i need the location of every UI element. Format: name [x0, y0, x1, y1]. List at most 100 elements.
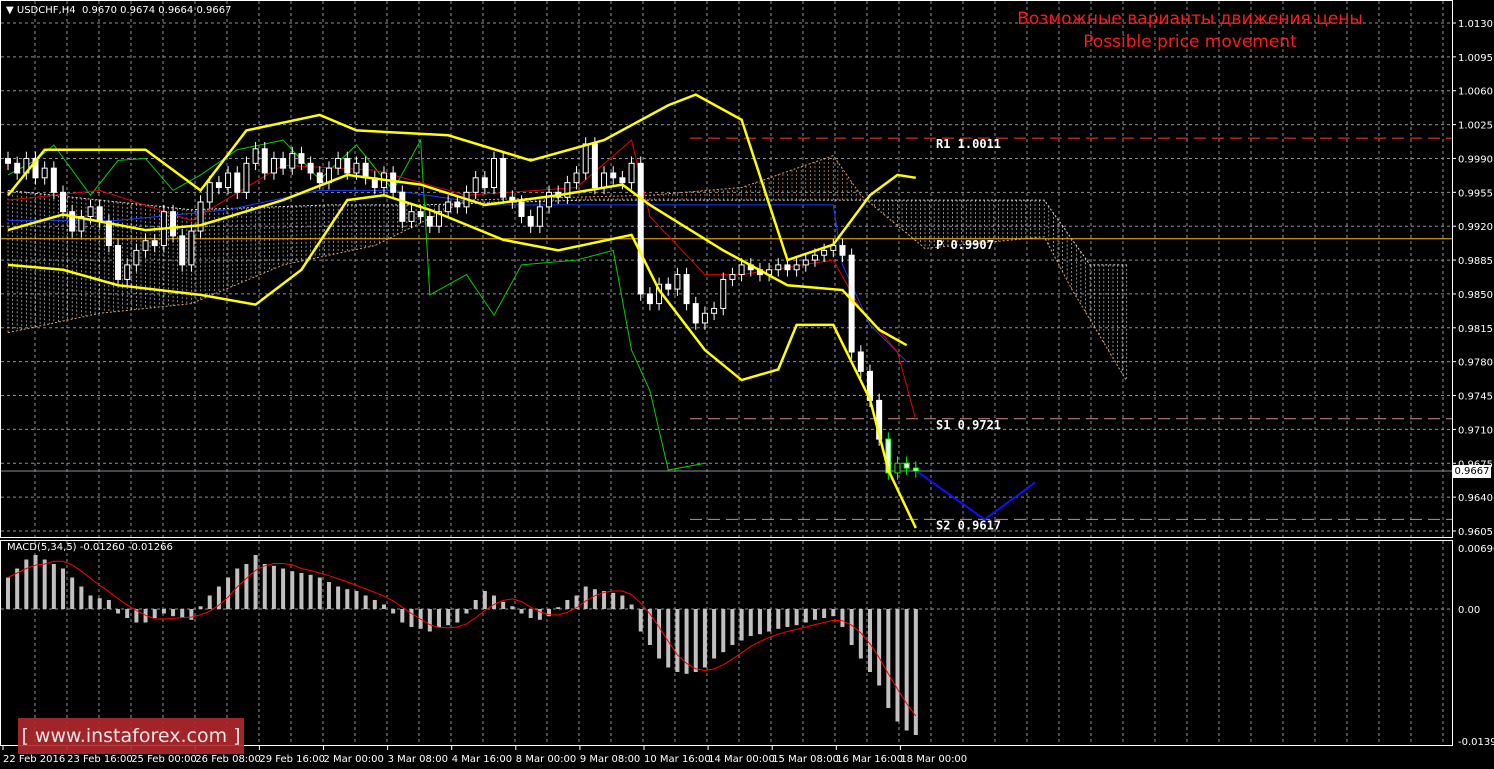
macd-bar	[867, 609, 872, 672]
macd-bar	[125, 609, 130, 618]
candle-body	[206, 182, 213, 203]
macd-bar	[317, 577, 322, 609]
macd-bar	[556, 607, 561, 609]
macd-bar	[79, 586, 84, 609]
macd-bar	[6, 577, 10, 609]
macd-bar	[198, 606, 203, 609]
candle-body	[353, 162, 360, 174]
macd-bar	[583, 586, 588, 609]
candle-body	[701, 312, 708, 324]
x-tick-label: 23 Feb 16:00	[67, 754, 133, 765]
candle-body	[316, 172, 323, 184]
y-tick-label: 0.9955	[1458, 188, 1493, 199]
candle-body	[445, 201, 452, 213]
symbol-label: USDCHF,H4	[16, 5, 76, 16]
candle-body	[491, 157, 498, 188]
candle	[601, 166, 608, 195]
candle	[124, 258, 131, 287]
x-tick-label: 2 Mar 00:00	[324, 754, 384, 765]
macd-bar	[455, 609, 460, 623]
y-tick-label: 0.9605	[1458, 527, 1493, 538]
macd-bar	[308, 574, 313, 609]
candle	[261, 142, 268, 180]
candle	[142, 233, 149, 258]
macd-bar	[693, 609, 698, 672]
main-panel-frame	[0, 0, 1453, 538]
x-tick-label: 10 Mar 16:00	[644, 754, 711, 765]
candle	[5, 151, 11, 171]
candle	[775, 258, 782, 277]
macd-signal-line	[7, 560, 917, 717]
macd-bar	[482, 591, 487, 609]
macd-bar	[42, 559, 47, 609]
candle-body	[280, 157, 287, 169]
candle-body	[646, 293, 653, 305]
candle-body	[362, 162, 369, 179]
macd-bar	[253, 555, 258, 609]
price-chart[interactable]: 1.0130 1.0095 1.0060 1.0025 0.9990 0.9955 0.99…	[0, 0, 1494, 769]
candle-body	[50, 167, 57, 193]
macd-bar	[116, 609, 121, 614]
candle-body	[426, 216, 433, 227]
candle-body	[179, 235, 186, 266]
collapse-triangle-icon[interactable]: ▼	[6, 5, 14, 16]
candle	[390, 166, 397, 200]
x-tick-label: 3 Mar 08:00	[388, 754, 448, 765]
y-tick-label: 0.9885	[1458, 256, 1493, 267]
macd-bar	[767, 609, 772, 632]
macd-bar	[409, 609, 414, 627]
candle-body	[261, 148, 268, 174]
macd-bar	[730, 609, 735, 645]
candle-body	[518, 201, 525, 218]
candle-body	[546, 191, 553, 208]
candle	[674, 267, 681, 296]
macd-bar	[629, 604, 634, 609]
chart-header: ▼ USDCHF,H4 0.9670 0.9674 0.9664 0.9667	[6, 5, 231, 16]
macd-bar	[803, 609, 808, 623]
candle-body	[894, 462, 901, 474]
candle-body	[225, 172, 232, 188]
y-tick-label: 0.9780	[1458, 358, 1493, 369]
candle	[408, 204, 415, 229]
candle-body	[170, 211, 177, 237]
y-tick-label: 0.9990	[1458, 154, 1493, 165]
candle-body	[628, 162, 635, 184]
candle	[839, 238, 846, 263]
annotation: Возможные варианты движения цены Possible…	[980, 8, 1400, 54]
candle-body	[674, 274, 681, 290]
candle	[628, 156, 635, 190]
macd-bar	[464, 609, 469, 614]
candle-body	[215, 182, 222, 188]
candle	[720, 272, 727, 316]
macd-bar	[712, 609, 717, 659]
macd-bar	[446, 609, 451, 626]
macd-bar	[15, 568, 20, 609]
candle-body	[60, 191, 67, 213]
candle-body	[124, 264, 131, 280]
candle-body	[591, 143, 598, 188]
candle	[491, 151, 498, 195]
macd-bar	[262, 564, 267, 609]
macd-tick-label: -0.01398	[1458, 737, 1494, 748]
candle	[270, 151, 277, 180]
macd-bar	[657, 609, 662, 659]
watermark-logo: [ www.instaforex.com ]	[18, 718, 244, 754]
candle-body	[857, 351, 864, 372]
candle	[500, 151, 507, 204]
macd-bar	[363, 595, 368, 609]
candle-body	[601, 172, 608, 188]
candle	[793, 258, 800, 277]
candle-body	[472, 177, 479, 193]
candle	[665, 277, 672, 296]
macd-bar	[473, 600, 478, 609]
candle	[399, 185, 406, 229]
candle-body	[197, 201, 204, 232]
candle-body	[87, 206, 94, 218]
candle	[188, 224, 195, 272]
macd-bar	[602, 591, 607, 609]
candle-body	[683, 274, 690, 305]
y-tick-label: 1.0130	[1458, 19, 1493, 30]
candle	[197, 195, 204, 238]
y-tick-label: 0.9920	[1458, 222, 1493, 233]
macd-bar	[748, 609, 753, 636]
